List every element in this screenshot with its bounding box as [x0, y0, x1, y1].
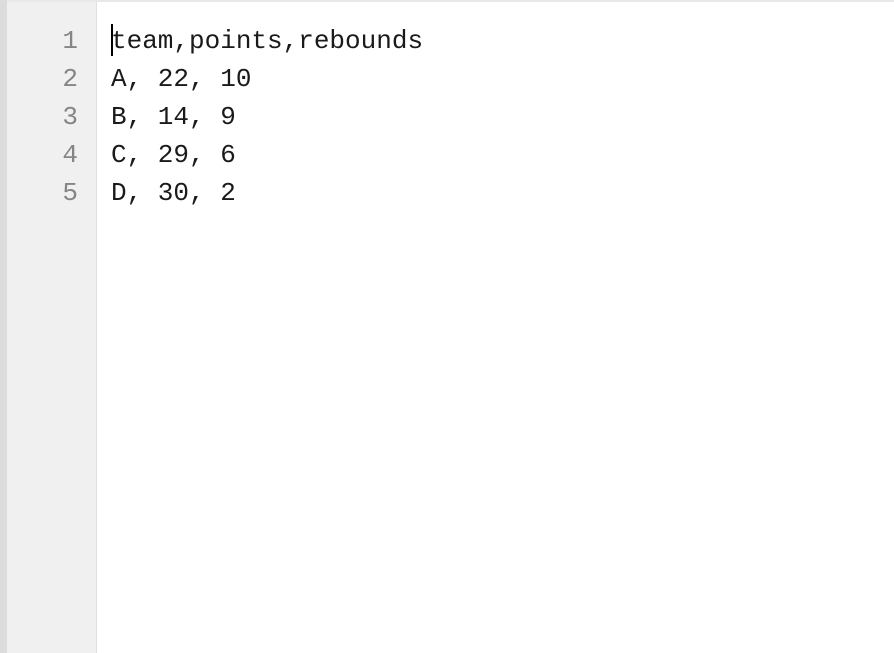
code-line[interactable]: B, 14, 9 [111, 98, 894, 136]
code-area[interactable]: team,points,rebounds A, 22, 10 B, 14, 9 … [97, 2, 894, 653]
code-line[interactable]: C, 29, 6 [111, 136, 894, 174]
line-number: 3 [7, 98, 96, 136]
line-number-gutter: 1 2 3 4 5 [7, 2, 97, 653]
text-cursor [111, 24, 113, 56]
code-line[interactable]: team,points,rebounds [111, 22, 894, 60]
line-number: 1 [7, 22, 96, 60]
line-number: 2 [7, 60, 96, 98]
code-line[interactable]: D, 30, 2 [111, 174, 894, 212]
text-editor[interactable]: 1 2 3 4 5 team,points,rebounds A, 22, 10… [7, 0, 894, 653]
line-number: 5 [7, 174, 96, 212]
line-number: 4 [7, 136, 96, 174]
code-line[interactable]: A, 22, 10 [111, 60, 894, 98]
